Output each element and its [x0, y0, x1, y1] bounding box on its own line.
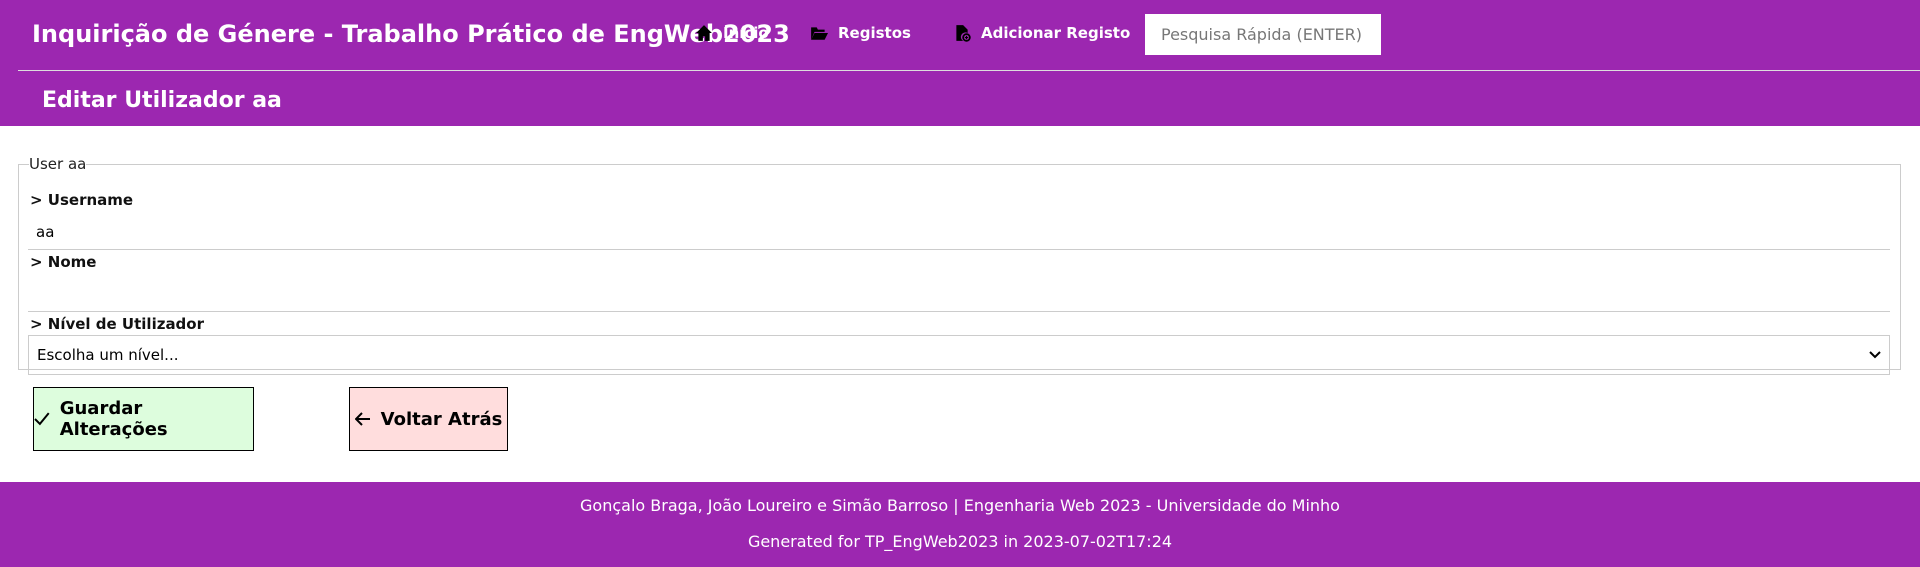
nivel-selected-value: Escolha um nível... [37, 346, 179, 364]
user-form: User aa > Username > Nome > Nível de Uti… [18, 155, 1901, 375]
username-label: > Username [30, 191, 134, 209]
back-button[interactable]: Voltar Atrás [349, 387, 508, 451]
save-button[interactable]: Guardar Alterações [33, 387, 254, 451]
page-title: Editar Utilizador aa [42, 88, 282, 113]
divider [18, 70, 1920, 71]
check-icon [34, 412, 50, 426]
arrow-left-icon [354, 412, 370, 426]
nivel-label: > Nível de Utilizador [30, 315, 205, 333]
top-bar: Inquirição de Génere - Trabalho Prático … [0, 0, 1920, 126]
home-icon [696, 25, 712, 41]
nav-label: Adicionar Registo [981, 24, 1131, 42]
nome-input[interactable] [28, 276, 1890, 312]
nav-label: Início [723, 24, 769, 42]
nivel-select[interactable]: Escolha um nível... [28, 335, 1890, 375]
file-add-icon [956, 25, 971, 42]
form-legend: User aa [29, 155, 87, 173]
chevron-down-icon [1869, 351, 1881, 359]
save-label: Guardar Alterações [59, 398, 168, 440]
footer: Gonçalo Braga, João Loureiro e Simão Bar… [0, 482, 1920, 567]
folder-open-icon [811, 27, 828, 40]
app-title[interactable]: Inquirição de Génere - Trabalho Prático … [32, 20, 790, 48]
username-input[interactable] [28, 214, 1890, 250]
nav-label: Registos [838, 24, 911, 42]
footer-generated: Generated for TP_EngWeb2023 in 2023-07-0… [747, 532, 1173, 551]
quick-search-input[interactable] [1145, 14, 1381, 55]
nav-registos[interactable]: Registos [810, 24, 911, 42]
nav-inicio[interactable]: Início [695, 24, 769, 42]
nome-label: > Nome [30, 253, 97, 271]
nav-adicionar-registo[interactable]: Adicionar Registo [953, 24, 1130, 42]
footer-credits: Gonçalo Braga, João Loureiro e Simão Bar… [580, 496, 1340, 515]
back-label: Voltar Atrás [380, 408, 503, 430]
